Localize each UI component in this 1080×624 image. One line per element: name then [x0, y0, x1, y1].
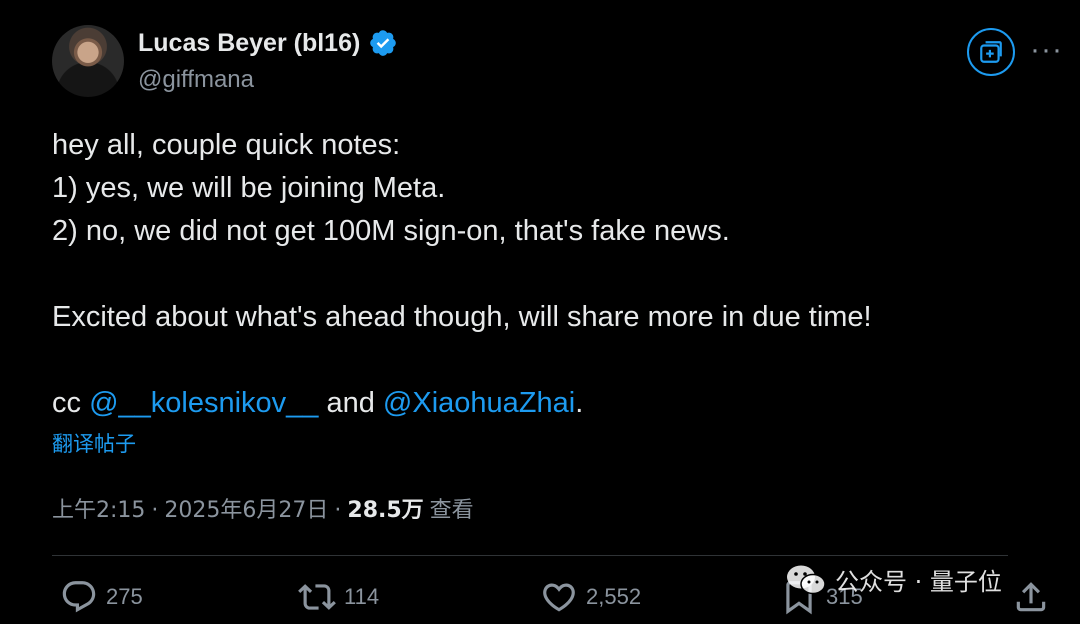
wechat-icon	[787, 565, 826, 594]
separator: ·	[151, 498, 159, 523]
post-date[interactable]: 2025年6月27日	[164, 492, 328, 524]
subscribe-icon	[980, 41, 1002, 63]
reply-button[interactable]: 275	[60, 578, 143, 616]
tweet-line: Excited about what's ahead though, will …	[52, 301, 872, 333]
mention-link[interactable]: @__kolesnikov__	[89, 387, 318, 419]
subscribe-button[interactable]	[967, 28, 1015, 76]
post-time[interactable]: 上午2:15	[52, 492, 145, 524]
like-button[interactable]: 2,552	[540, 578, 641, 616]
author-name-row: Lucas Beyer (bl16)	[138, 28, 398, 58]
separator: ·	[334, 498, 342, 523]
tweet-cc-line: cc @__kolesnikov__ and @XiaohuaZhai.	[52, 382, 1042, 425]
share-button[interactable]	[1012, 578, 1050, 616]
share-icon	[1016, 582, 1046, 612]
tweet-line: hey all, couple quick notes:	[52, 129, 401, 161]
mention-link[interactable]: @XiaohuaZhai	[383, 387, 575, 419]
tweet-meta: 上午2:15 · 2025年6月27日 · 28.5万 查看	[52, 492, 474, 524]
repost-icon	[298, 584, 336, 610]
translate-post-link[interactable]: 翻译帖子	[52, 428, 136, 458]
cc-and: and	[318, 387, 383, 419]
tweet-line: 2) no, we did not get 100M sign-on, that…	[52, 215, 730, 247]
reply-icon	[62, 581, 96, 613]
author-display-name[interactable]: Lucas Beyer (bl16)	[138, 29, 360, 58]
cc-suffix: .	[575, 387, 584, 419]
tweet-line: 1) yes, we will be joining Meta.	[52, 172, 446, 204]
watermark-text: 公众号 · 量子位	[835, 568, 1002, 596]
verified-badge-icon	[370, 30, 397, 56]
cc-prefix: cc	[52, 387, 90, 419]
like-count: 2,552	[586, 584, 642, 609]
reply-count: 275	[106, 584, 143, 609]
view-count: 28.5万	[347, 498, 424, 523]
author-handle[interactable]: @giffmana	[138, 66, 254, 94]
repost-button[interactable]: 114	[298, 578, 379, 616]
watermark: 公众号 · 量子位	[785, 562, 1002, 597]
avatar[interactable]	[52, 25, 124, 97]
view-label: 查看	[429, 498, 474, 523]
like-icon	[543, 583, 575, 612]
divider	[52, 555, 1008, 556]
repost-count: 114	[344, 584, 380, 609]
more-icon[interactable]: ···	[1030, 35, 1063, 65]
tweet-text: hey all, couple quick notes: 1) yes, we …	[52, 124, 1042, 425]
